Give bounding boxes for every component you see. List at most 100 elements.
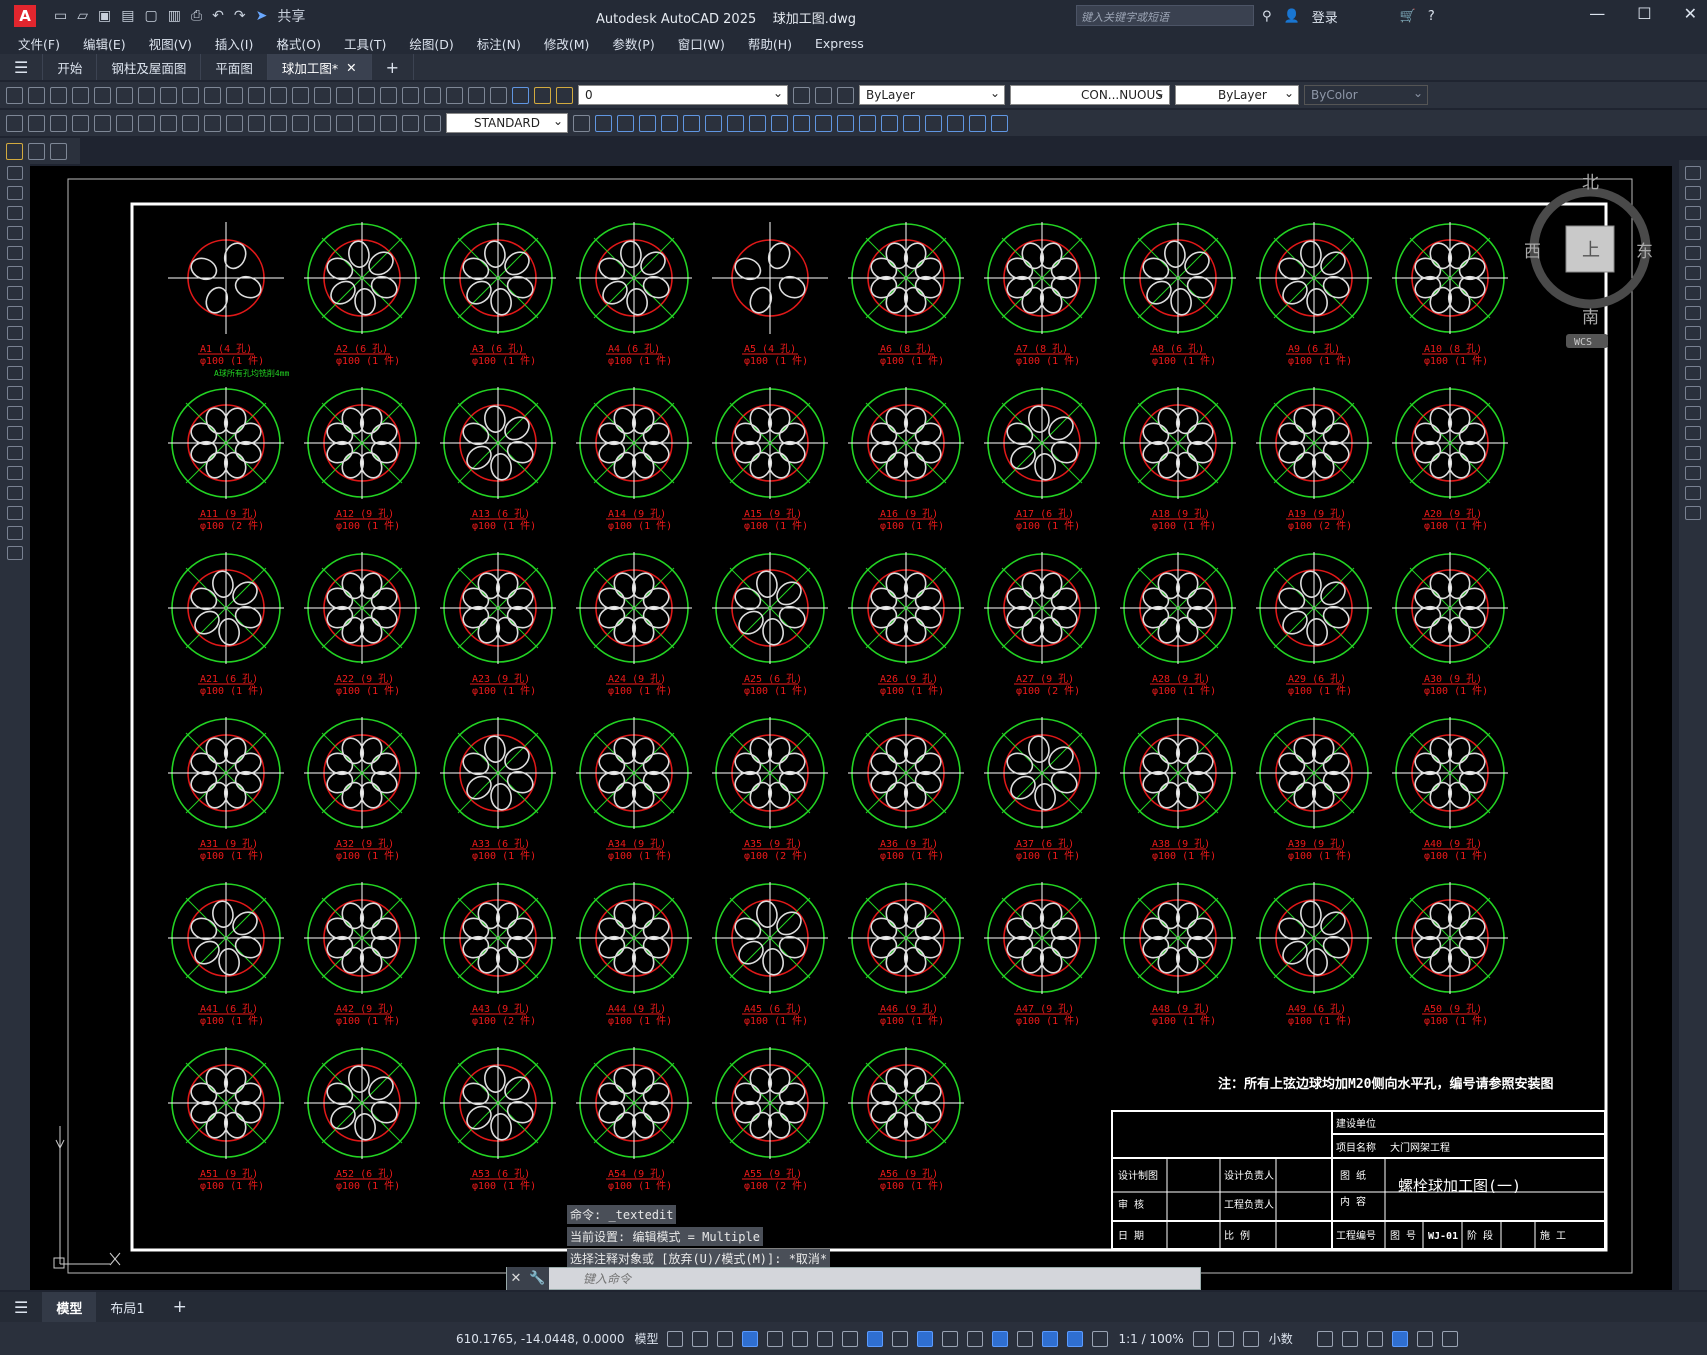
new-file-icon[interactable]: ▭ — [54, 8, 67, 24]
ball-7[interactable]: A7 (8 孔)φ100 (1 件) — [984, 222, 1100, 367]
open-icon[interactable] — [28, 86, 45, 104]
gradient-icon[interactable] — [7, 466, 23, 480]
offset-icon[interactable] — [1685, 226, 1701, 240]
ball-47[interactable]: A47 (9 孔)φ100 (1 件) — [984, 882, 1100, 1027]
dim-angular-icon[interactable] — [160, 114, 177, 132]
viewcube[interactable]: 上 北 南 东 西 WCS — [1524, 173, 1653, 348]
view-7-icon[interactable] — [727, 114, 744, 132]
ball-29[interactable]: A29 (6 孔)φ100 (1 件) — [1256, 552, 1372, 697]
tab-steel-column[interactable]: 钢柱及屋面图 — [97, 54, 202, 80]
ball-17[interactable]: A17 (6 孔)φ100 (1 件) — [984, 387, 1100, 532]
ball-41[interactable]: A41 (6 孔)φ100 (1 件) — [168, 882, 284, 1027]
ucs-1-icon[interactable] — [837, 114, 854, 132]
tab-plan[interactable]: 平面图 — [201, 54, 268, 80]
ball-55[interactable]: A55 (9 孔)φ100 (2 件) — [712, 1047, 828, 1192]
ball-39[interactable]: A39 (9 孔)φ100 (1 件) — [1256, 717, 1372, 862]
join-icon[interactable] — [1685, 426, 1701, 440]
ellipse-arc-icon[interactable] — [7, 366, 23, 380]
ball-23[interactable]: A23 (9 孔)φ100 (1 件) — [440, 552, 556, 697]
linetype-select[interactable]: CON...NUOUS — [1010, 85, 1170, 105]
menu-dimension[interactable]: 标注(N) — [477, 34, 521, 53]
ucs-3-icon[interactable] — [881, 114, 898, 132]
ball-43[interactable]: A43 (9 孔)φ100 (2 件) — [440, 882, 556, 1027]
dim-break-icon[interactable] — [270, 114, 287, 132]
extra-1-icon[interactable] — [6, 142, 23, 160]
ball-12[interactable]: A12 (9 孔)φ100 (1 件) — [304, 387, 420, 532]
ball-40[interactable]: A40 (9 孔)φ100 (1 件) — [1392, 717, 1508, 862]
ball-25[interactable]: A25 (6 孔)φ100 (1 件) — [712, 552, 828, 697]
region-icon[interactable] — [7, 486, 23, 500]
copy-obj-icon[interactable] — [1685, 186, 1701, 200]
ball-54[interactable]: A54 (9 孔)φ100 (1 件) — [576, 1047, 692, 1192]
close-command-icon[interactable]: ✕ — [510, 1271, 521, 1286]
drawing-canvas[interactable]: A1 (4 孔) φ100 (1 件) A2 (6 孔) φ100 (1 件) A3 (… — [30, 166, 1672, 1290]
dim-aligned-icon[interactable] — [28, 114, 45, 132]
sheet-set-icon[interactable] — [446, 86, 463, 104]
calc-icon[interactable] — [468, 86, 485, 104]
spline-icon[interactable] — [7, 326, 23, 340]
plotstyle-select[interactable]: ByColor — [1304, 85, 1428, 105]
dim-style-icon[interactable] — [573, 114, 590, 132]
view-9-icon[interactable] — [771, 114, 788, 132]
menu-draw[interactable]: 绘图(D) — [409, 34, 453, 53]
jog-line-icon[interactable] — [358, 114, 375, 132]
ball-38[interactable]: A38 (9 孔)φ100 (1 件) — [1120, 717, 1236, 862]
break-icon[interactable] — [1685, 406, 1701, 420]
menu-edit[interactable]: 编辑(E) — [83, 34, 126, 53]
ball-31[interactable]: A31 (9 孔)φ100 (1 件) — [168, 717, 284, 862]
ball-32[interactable]: A32 (9 孔)φ100 (1 件) — [304, 717, 420, 862]
dim-quick-icon[interactable] — [182, 114, 199, 132]
stretch-icon[interactable] — [1685, 326, 1701, 340]
graphics-perf-icon[interactable] — [1391, 1330, 1408, 1347]
ball-42[interactable]: A42 (9 孔)φ100 (1 件) — [304, 882, 420, 1027]
ball-14[interactable]: A14 (9 孔)φ100 (1 件) — [576, 387, 692, 532]
fillet-icon[interactable] — [1685, 466, 1701, 480]
ball-50[interactable]: A50 (9 孔)φ100 (1 件) — [1392, 882, 1508, 1027]
ball-20[interactable]: A20 (9 孔)φ100 (1 件) — [1392, 387, 1508, 532]
zoom-realtime-icon[interactable] — [314, 86, 331, 104]
3d-osnap-icon[interactable] — [967, 1330, 984, 1347]
line-icon[interactable] — [7, 166, 23, 180]
redo-icon-2[interactable] — [270, 86, 287, 104]
arc-icon[interactable] — [7, 266, 23, 280]
ball-53[interactable]: A53 (6 孔)φ100 (1 件) — [440, 1047, 556, 1192]
clean-screen-icon[interactable] — [1416, 1330, 1433, 1347]
ball-22[interactable]: A22 (9 孔)φ100 (1 件) — [304, 552, 420, 697]
command-input[interactable] — [549, 1268, 1200, 1289]
ball-36[interactable]: A36 (9 孔)φ100 (1 件) — [848, 717, 964, 862]
dyn-ucs-icon[interactable] — [992, 1330, 1009, 1347]
otrack-icon[interactable] — [842, 1330, 859, 1347]
view-11-icon[interactable] — [815, 114, 832, 132]
ball-3[interactable]: A3 (6 孔)φ100 (1 件) — [440, 222, 556, 367]
menu-insert[interactable]: 插入(I) — [215, 34, 253, 53]
workspace-gear-icon[interactable] — [1192, 1330, 1209, 1347]
ball-15[interactable]: A15 (9 孔)φ100 (1 件) — [712, 387, 828, 532]
viewcube-south[interactable]: 南 — [1582, 308, 1599, 328]
insert-block-icon[interactable] — [7, 386, 23, 400]
menu-format[interactable]: 格式(O) — [276, 34, 321, 53]
make-block-icon[interactable] — [7, 406, 23, 420]
hamburger-menu-icon[interactable]: ☰ — [0, 54, 44, 80]
scale-icon[interactable] — [1685, 306, 1701, 320]
help-icon-2[interactable] — [490, 86, 507, 104]
save-web-icon[interactable]: ▥ — [168, 8, 181, 24]
menu-file[interactable]: 文件(F) — [18, 34, 60, 53]
tab-start[interactable]: 开始 — [43, 54, 98, 80]
dim-diameter-icon[interactable] — [138, 114, 155, 132]
layout-menu-icon[interactable]: ☰ — [0, 1292, 42, 1322]
rotate-icon[interactable] — [1685, 286, 1701, 300]
selection-filter-icon[interactable] — [1017, 1330, 1034, 1347]
open-web-icon[interactable]: ▢ — [144, 8, 157, 24]
ellipse-icon[interactable] — [7, 346, 23, 360]
dim-continue-icon[interactable] — [226, 114, 243, 132]
ball-18[interactable]: A18 (9 孔)φ100 (1 件) — [1120, 387, 1236, 532]
dim-arc-icon[interactable] — [50, 114, 67, 132]
layer-select[interactable]: 0 — [578, 85, 788, 105]
pan-icon[interactable] — [292, 86, 309, 104]
dim-linear-icon[interactable] — [6, 114, 23, 132]
quick-properties-icon[interactable] — [1316, 1330, 1333, 1347]
model-space-toggle[interactable]: 模型 — [634, 1330, 658, 1347]
ball-35[interactable]: A35 (9 孔)φ100 (2 件) — [712, 717, 828, 862]
redo-icon[interactable]: ↷ — [234, 8, 246, 24]
view-5-icon[interactable] — [683, 114, 700, 132]
